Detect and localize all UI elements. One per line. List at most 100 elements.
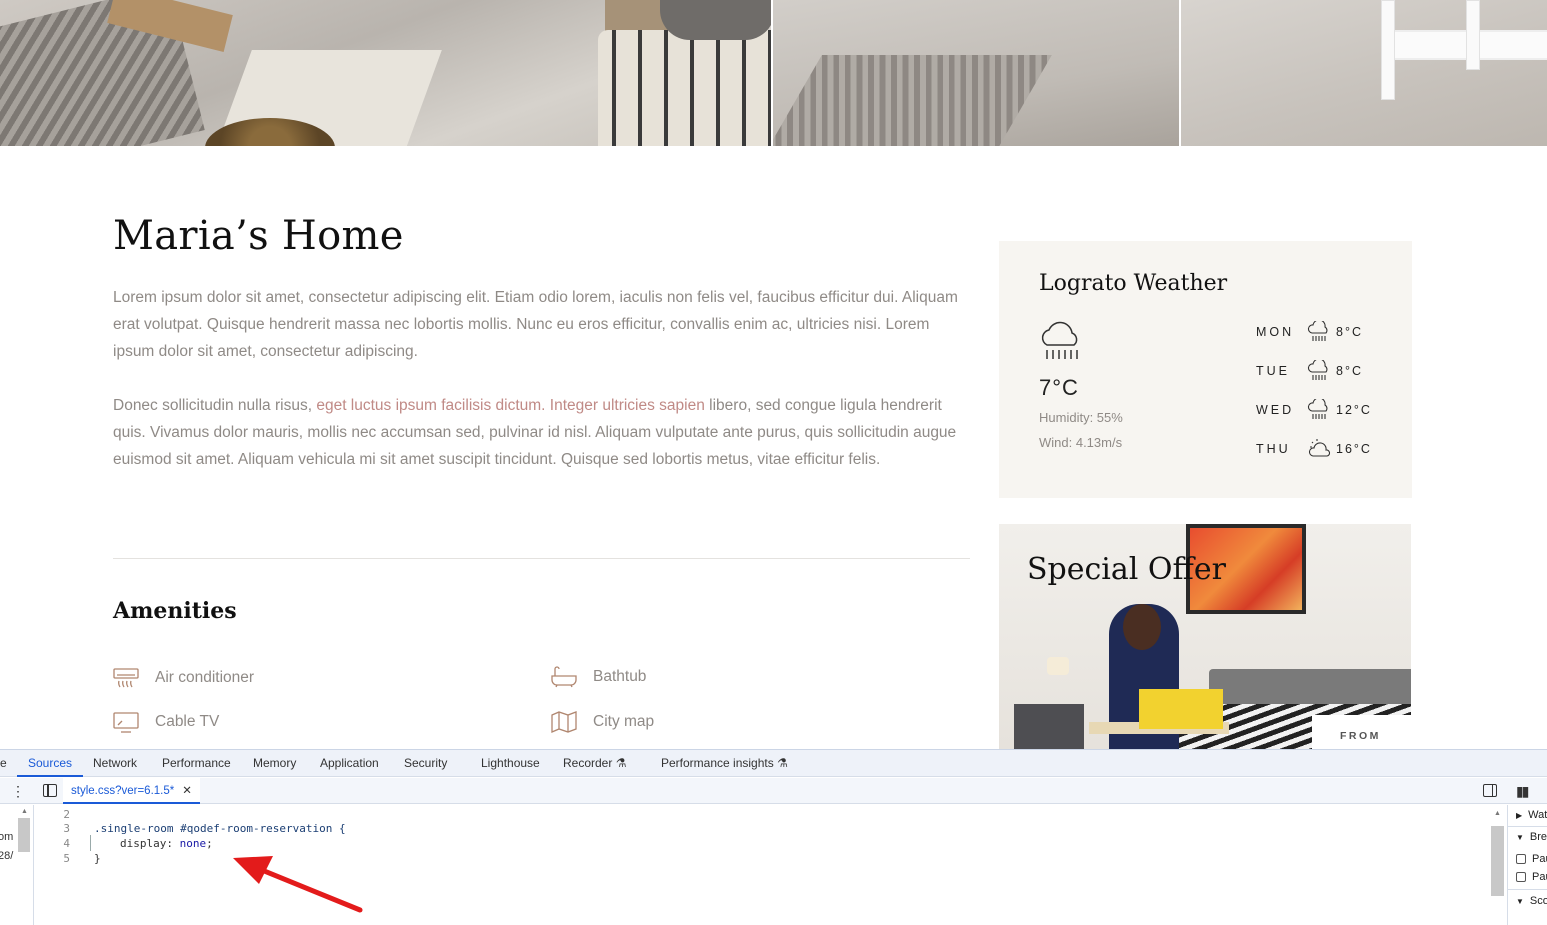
- file-tab-label: style.css?ver=6.1.5*: [71, 785, 175, 797]
- tab-security[interactable]: Security: [404, 750, 447, 777]
- amenities-title: Amenities: [113, 598, 237, 624]
- bathtub-icon: [551, 666, 577, 688]
- amenity-cable-tv: Cable TV: [113, 711, 219, 733]
- special-offer-banner[interactable]: Special Offer FROM: [999, 524, 1411, 750]
- more-options-icon[interactable]: ⋮: [11, 783, 25, 800]
- tab-application[interactable]: Application: [320, 750, 379, 777]
- gallery-photo-bedroom-floor[interactable]: [773, 0, 1179, 146]
- debugger-sidebar: ▶ Wat ▼ Brea Pau Pau ▼ Sco: [1507, 805, 1547, 925]
- close-icon[interactable]: ✕: [182, 785, 192, 797]
- forecast-day-name: TUE: [1256, 364, 1290, 378]
- code-line-declaration[interactable]: display: none;: [120, 836, 213, 851]
- flask-icon: ⚗: [777, 756, 788, 770]
- tab-network[interactable]: Network: [93, 750, 137, 777]
- file-tab-style-css[interactable]: style.css?ver=6.1.5* ✕: [63, 778, 200, 804]
- semicolon: ;: [206, 837, 213, 850]
- line-number: 5: [63, 852, 70, 865]
- rain-cloud-icon: [1307, 321, 1328, 341]
- rain-cloud-icon: [1307, 360, 1328, 380]
- humidity: Humidity: 55%: [1039, 410, 1123, 425]
- pause-icon[interactable]: ▮▮: [1516, 783, 1529, 800]
- section-divider: [113, 558, 970, 559]
- section-label: Sco: [1529, 895, 1547, 907]
- amenity-city-map: City map: [551, 711, 654, 733]
- toggle-debugger-icon[interactable]: [1483, 784, 1497, 797]
- checkbox[interactable]: [1516, 854, 1526, 865]
- pause-option[interactable]: Pau: [1516, 853, 1547, 865]
- checkbox[interactable]: [1516, 872, 1526, 883]
- forecast-temp: 12°C: [1336, 403, 1372, 417]
- description-paragraph-2: Donec sollicitudin nulla risus, eget luc…: [113, 392, 973, 473]
- tab-performance[interactable]: Performance: [162, 750, 231, 777]
- option-label: Pau: [1532, 871, 1547, 883]
- tab-performance-insights[interactable]: Performance insights ⚗: [661, 750, 788, 777]
- amenity-label: Bathtub: [593, 668, 647, 685]
- forecast-day-name: WED: [1256, 403, 1295, 417]
- scroll-up-arrow-icon[interactable]: ▲: [1494, 810, 1501, 817]
- amenity-label: Air conditioner: [155, 669, 255, 686]
- annotation-arrow-icon: [233, 856, 363, 913]
- navigator-scrollbar[interactable]: [18, 818, 30, 852]
- forecast-day: WED 12°C: [1256, 399, 1372, 421]
- amenity-bathtub: Bathtub: [551, 666, 646, 688]
- toggle-navigator-icon[interactable]: [43, 784, 57, 797]
- code-line-brace[interactable]: }: [94, 851, 101, 866]
- tv-icon: [113, 712, 139, 733]
- scroll-up-arrow-icon[interactable]: ▲: [21, 808, 28, 815]
- css-value: none: [179, 837, 207, 850]
- text-cursor: [90, 835, 91, 851]
- tab-label: Recorder: [563, 756, 613, 770]
- weather-widget: Lograto Weather 7°C Humidity: 55% Wind: …: [999, 241, 1412, 498]
- pause-option[interactable]: Pau: [1516, 871, 1547, 883]
- forecast-temp: 16°C: [1336, 442, 1372, 456]
- amenity-air-conditioner: Air conditioner: [113, 667, 254, 689]
- code-line-selector[interactable]: .single-room #qodef-room-reservation {: [94, 821, 346, 836]
- css-property: display: [120, 837, 167, 850]
- watch-section[interactable]: ▶ Wat: [1516, 809, 1547, 821]
- breakpoints-section[interactable]: ▼ Brea: [1516, 831, 1547, 843]
- rain-cloud-icon: [1307, 399, 1328, 419]
- forecast-day: TUE 8°C: [1256, 360, 1363, 382]
- scope-section[interactable]: ▼ Sco: [1516, 895, 1547, 907]
- description-paragraph-1: Lorem ipsum dolor sit amet, consectetur …: [113, 289, 958, 360]
- tab-sources[interactable]: Sources: [17, 750, 84, 777]
- editor-scrollbar[interactable]: [1491, 826, 1504, 896]
- forecast-day: MON 8°C: [1256, 321, 1363, 343]
- section-label: Wat: [1528, 809, 1547, 821]
- expand-arrow-icon[interactable]: ▶: [1516, 811, 1522, 820]
- editor-file-bar: ⋮ style.css?ver=6.1.5* ✕: [0, 778, 1547, 804]
- rain-cloud-icon: [1041, 321, 1078, 359]
- gallery-photo-living-room[interactable]: [0, 0, 771, 146]
- wind-speed: Wind: 4.13m/s: [1039, 435, 1123, 450]
- amenity-label: Cable TV: [155, 713, 220, 730]
- paragraph-text: Donec sollicitudin nulla risus,: [113, 397, 317, 414]
- gallery-photo-shelf[interactable]: [1181, 0, 1547, 146]
- forecast-temp: 8°C: [1336, 364, 1363, 378]
- tab-label: Performance insights: [661, 756, 774, 770]
- special-offer-title: Special Offer: [1027, 552, 1226, 587]
- navigator-item[interactable]: om: [0, 831, 13, 843]
- forecast-day-name: MON: [1256, 325, 1295, 339]
- highlighted-text-link[interactable]: eget luctus ipsum facilisis dictum. Inte…: [316, 397, 705, 414]
- tab-elements[interactable]: e: [0, 750, 7, 777]
- navigator-item[interactable]: 28/: [0, 850, 13, 862]
- map-icon: [551, 711, 577, 733]
- weather-title: Lograto Weather: [1039, 271, 1228, 296]
- tab-memory[interactable]: Memory: [253, 750, 296, 777]
- flask-icon: ⚗: [615, 756, 627, 770]
- tab-recorder[interactable]: Recorder ⚗: [563, 750, 626, 777]
- colon: :: [166, 837, 180, 850]
- partly-cloudy-icon: [1308, 439, 1331, 457]
- option-label: Pau: [1532, 853, 1547, 865]
- line-number: 2: [63, 808, 70, 821]
- collapse-arrow-icon[interactable]: ▼: [1516, 897, 1524, 906]
- collapse-arrow-icon[interactable]: ▼: [1516, 833, 1524, 842]
- forecast-temp: 8°C: [1336, 325, 1363, 339]
- amenity-label: City map: [593, 713, 655, 730]
- line-number: 4: [63, 837, 70, 850]
- devtools-tab-bar: e Sources Network Performance Memory App…: [0, 750, 1547, 777]
- current-temperature: 7°C: [1039, 375, 1079, 400]
- forecast-day-name: THU: [1256, 442, 1291, 456]
- section-label: Brea: [1529, 831, 1547, 843]
- tab-lighthouse[interactable]: Lighthouse: [481, 750, 540, 777]
